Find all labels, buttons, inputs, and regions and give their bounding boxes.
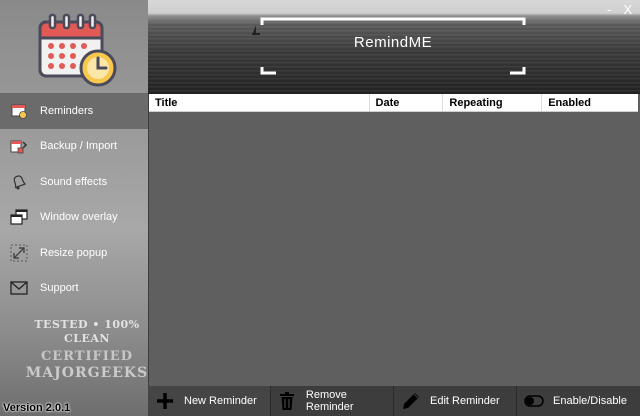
edit-reminder-button[interactable]: Edit Reminder — [394, 386, 517, 416]
watermark-line: CERTIFIED — [40, 349, 134, 364]
sidebar-item-label: Sound effects — [40, 175, 108, 188]
sidebar-item-window-overlay[interactable]: Window overlay — [0, 200, 148, 236]
new-reminder-button[interactable]: New Reminder — [148, 386, 271, 416]
column-header-enabled[interactable]: Enabled — [542, 94, 638, 111]
enable-disable-button[interactable]: Enable/Disable — [517, 386, 640, 416]
header-banner: RemindME - X — [148, 0, 640, 94]
table-header: Title Date Repeating Enabled — [149, 94, 638, 112]
reminders-table[interactable]: Title Date Repeating Enabled — [148, 94, 638, 386]
remove-reminder-label: Remove Reminder — [305, 389, 354, 413]
majorgeeks-watermark: TESTED • 100% CLEAN CERTIFIED MAJORGEEKS — [16, 318, 158, 408]
sidebar-item-label: Backup / Import — [40, 140, 118, 153]
sidebar-item-sound-effects[interactable]: Sound effects — [0, 164, 148, 200]
close-button[interactable]: X — [623, 2, 632, 17]
sidebar-item-label: Resize popup — [40, 246, 108, 259]
new-reminder-label: New Reminder — [184, 395, 257, 407]
pencil-icon — [400, 390, 422, 412]
envelope-icon — [10, 279, 28, 297]
watermark-line: TESTED • 100% CLEAN — [34, 318, 140, 345]
sidebar: Reminders Backup / Import Sound effects … — [0, 0, 148, 416]
resize-icon — [10, 244, 28, 262]
sailboat-icon — [252, 25, 260, 35]
backup-import-icon — [10, 137, 28, 155]
sidebar-item-label: Window overlay — [40, 211, 118, 224]
sidebar-item-backup-import[interactable]: Backup / Import — [0, 129, 148, 165]
window-overlay-icon — [10, 208, 28, 226]
app-title: RemindME — [353, 34, 433, 51]
bell-icon — [10, 173, 28, 191]
trash-icon — [277, 390, 298, 412]
column-header-date[interactable]: Date — [370, 94, 444, 111]
sidebar-nav: Reminders Backup / Import Sound effects … — [0, 93, 148, 306]
edit-reminder-label: Edit Reminder — [430, 395, 500, 407]
calendar-clock-logo-icon — [38, 13, 117, 87]
sidebar-item-support[interactable]: Support — [0, 271, 148, 307]
column-header-title[interactable]: Title — [149, 94, 370, 111]
enable-disable-label: Enable/Disable — [553, 395, 627, 407]
reminder-list-icon — [10, 102, 28, 120]
watermark-line: MAJORGEEKS — [25, 365, 149, 381]
sidebar-item-resize-popup[interactable]: Resize popup — [0, 235, 148, 271]
remove-reminder-button[interactable]: Remove Reminder — [271, 386, 394, 416]
bottom-toolbar: New Reminder Remove Reminder Edit Remind… — [148, 386, 640, 416]
sidebar-item-label: Support — [40, 282, 79, 295]
column-header-repeating[interactable]: Repeating — [443, 94, 543, 111]
sidebar-item-reminders[interactable]: Reminders — [0, 93, 148, 129]
sidebar-item-label: Reminders — [40, 104, 94, 117]
version-label: Version 2.0.1 — [3, 402, 71, 414]
toggle-icon — [523, 390, 545, 412]
plus-icon — [154, 390, 176, 412]
minimize-button[interactable]: - — [607, 2, 611, 17]
window-controls: - X — [607, 2, 632, 17]
